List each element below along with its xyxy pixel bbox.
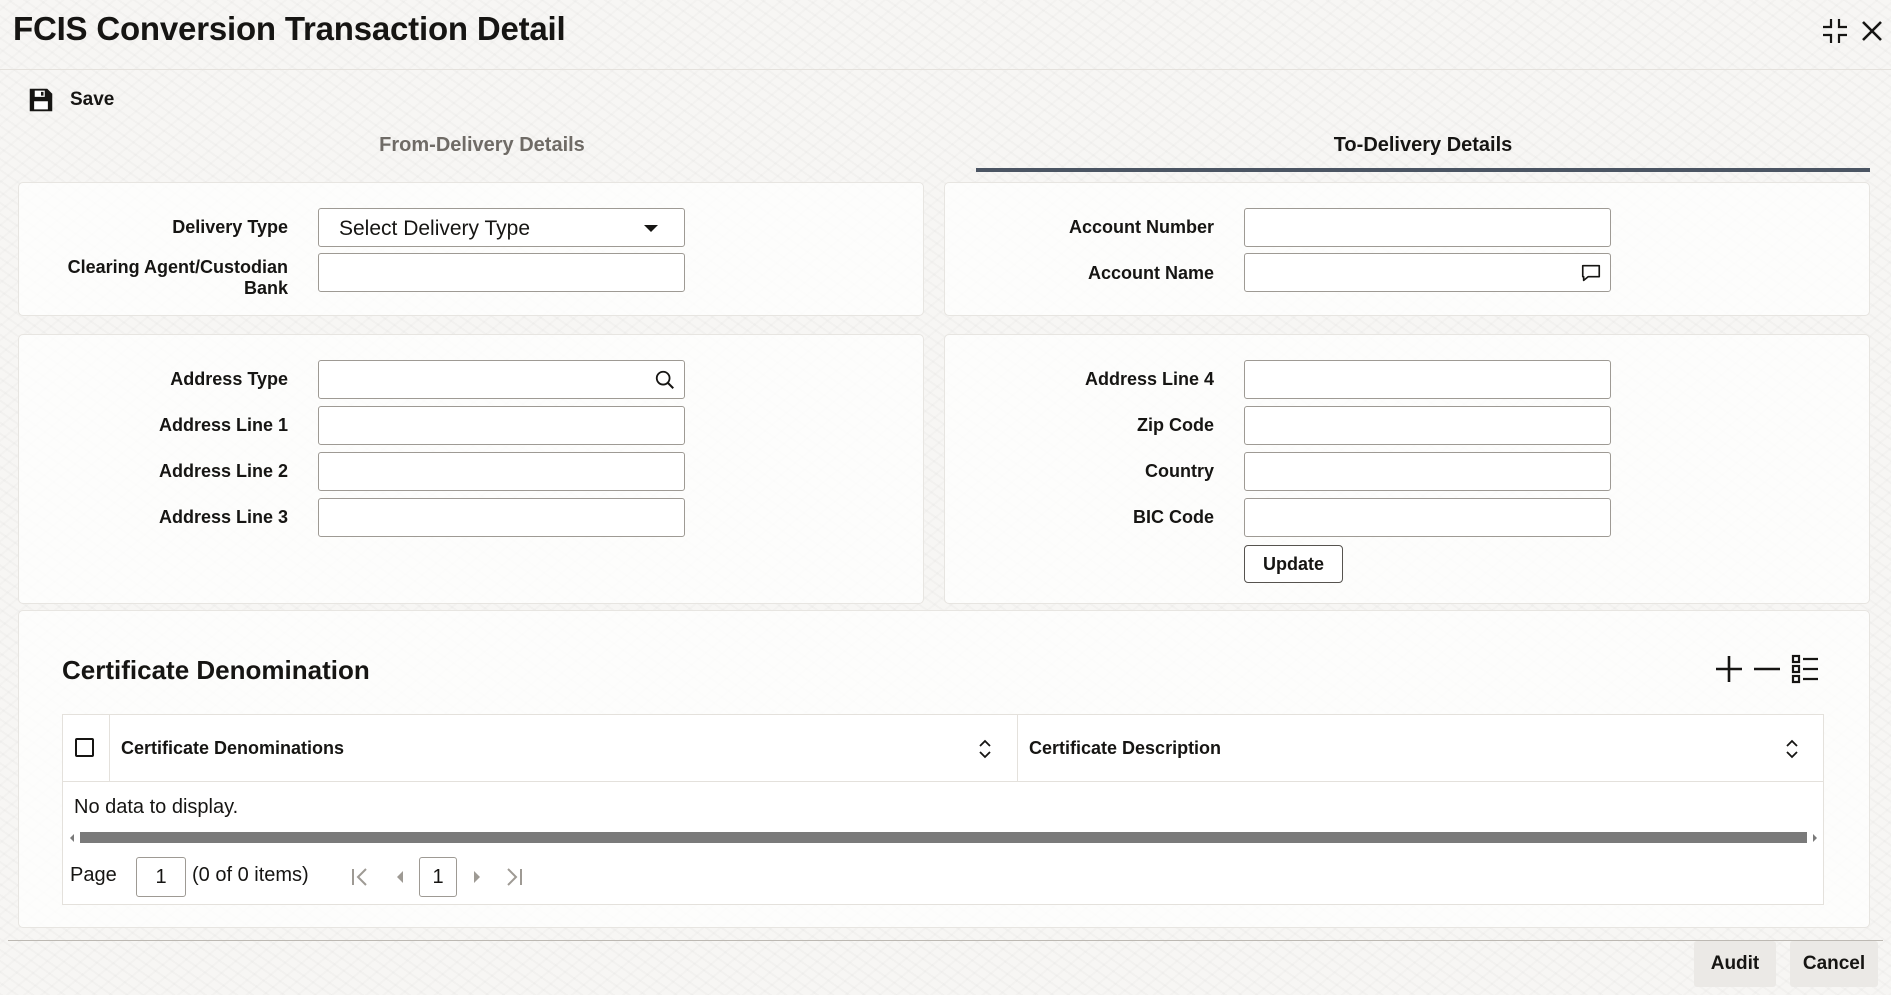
account-number-label: Account Number — [1068, 217, 1214, 237]
sort-icon[interactable] — [1783, 738, 1801, 760]
delivery-panel-right — [944, 182, 1870, 316]
address-line1-field[interactable] — [318, 406, 685, 445]
bic-code-field[interactable] — [1244, 498, 1611, 537]
address-line4-field[interactable] — [1244, 360, 1611, 399]
country-label: Country — [1145, 461, 1214, 481]
add-row-icon[interactable] — [1712, 652, 1746, 686]
delivery-type-label: Delivery Type — [172, 217, 288, 237]
account-number-field[interactable] — [1244, 208, 1611, 247]
single-record-view-icon[interactable] — [1788, 652, 1822, 686]
footer-divider — [8, 940, 1883, 941]
column-divider — [1017, 715, 1018, 781]
clearing-agent-label-line-1: Clearing Agent/Custodian — [67, 257, 288, 277]
save-button[interactable]: Save — [26, 84, 114, 116]
delivery-type-select[interactable]: Select Delivery Type — [318, 208, 685, 247]
item-count: (0 of 0 items) — [192, 864, 309, 886]
select-all-checkbox[interactable] — [75, 738, 94, 757]
address-line2-field[interactable] — [318, 452, 685, 491]
certificate-section-title: Certificate Denomination — [62, 655, 370, 685]
first-page-icon[interactable] — [349, 865, 371, 889]
page-title: FCIS Conversion Transaction Detail — [13, 10, 566, 47]
delivery-type-value: Select Delivery Type — [339, 217, 531, 240]
address-line2-label: Address Line 2 — [158, 461, 288, 481]
bic-code-label: BIC Code — [1133, 507, 1214, 527]
country-field[interactable] — [1244, 452, 1611, 491]
search-icon[interactable] — [654, 369, 676, 391]
current-page-button[interactable]: 1 — [419, 857, 457, 897]
clearing-agent-label-line-2: Bank — [243, 278, 288, 298]
page-number-input[interactable]: 1 — [136, 857, 186, 897]
account-name-label: Account Name — [1087, 263, 1214, 283]
tab-from-delivery-details[interactable]: From-Delivery Details — [22, 132, 942, 172]
cancel-button[interactable]: Cancel — [1790, 941, 1878, 987]
column-header-certificate-denominations[interactable]: Certificate Denominations — [121, 715, 344, 781]
account-name-field[interactable] — [1244, 253, 1611, 292]
address-type-label: Address Type — [170, 369, 288, 389]
scroll-left-icon[interactable] — [67, 832, 77, 844]
column-divider — [109, 715, 110, 781]
audit-button[interactable]: Audit — [1694, 941, 1776, 987]
address-line3-label: Address Line 3 — [158, 507, 288, 527]
address-type-field[interactable] — [318, 360, 685, 399]
address-line4-label: Address Line 4 — [1084, 369, 1214, 389]
zip-code-label: Zip Code — [1137, 415, 1214, 435]
remove-row-icon[interactable] — [1750, 652, 1784, 686]
scroll-right-icon[interactable] — [1810, 832, 1820, 844]
update-button[interactable]: Update — [1244, 545, 1343, 583]
sort-icon[interactable] — [976, 738, 994, 760]
address-line3-field[interactable] — [318, 498, 685, 537]
header-divider — [0, 69, 1891, 70]
address-line1-label: Address Line 1 — [158, 415, 288, 435]
last-page-icon[interactable] — [503, 865, 525, 889]
page-label: Page — [70, 864, 117, 886]
clearing-agent-label: Clearing Agent/Custodian Bank — [40, 257, 288, 299]
horizontal-scrollbar[interactable] — [80, 832, 1807, 843]
save-label: Save — [70, 89, 115, 110]
close-icon[interactable] — [1855, 14, 1889, 48]
zip-code-field[interactable] — [1244, 406, 1611, 445]
column-header-certificate-description[interactable]: Certificate Description — [1029, 715, 1221, 781]
empty-table-message: No data to display. — [74, 796, 239, 818]
next-page-icon[interactable] — [466, 865, 488, 889]
comment-icon[interactable] — [1580, 262, 1602, 284]
collapse-icon[interactable] — [1818, 14, 1852, 48]
previous-page-icon[interactable] — [389, 865, 411, 889]
tab-to-delivery-details[interactable]: To-Delivery Details — [976, 132, 1870, 172]
clearing-agent-field[interactable] — [318, 253, 685, 292]
chevron-down-icon — [644, 225, 658, 232]
floppy-disk-icon — [29, 88, 53, 112]
